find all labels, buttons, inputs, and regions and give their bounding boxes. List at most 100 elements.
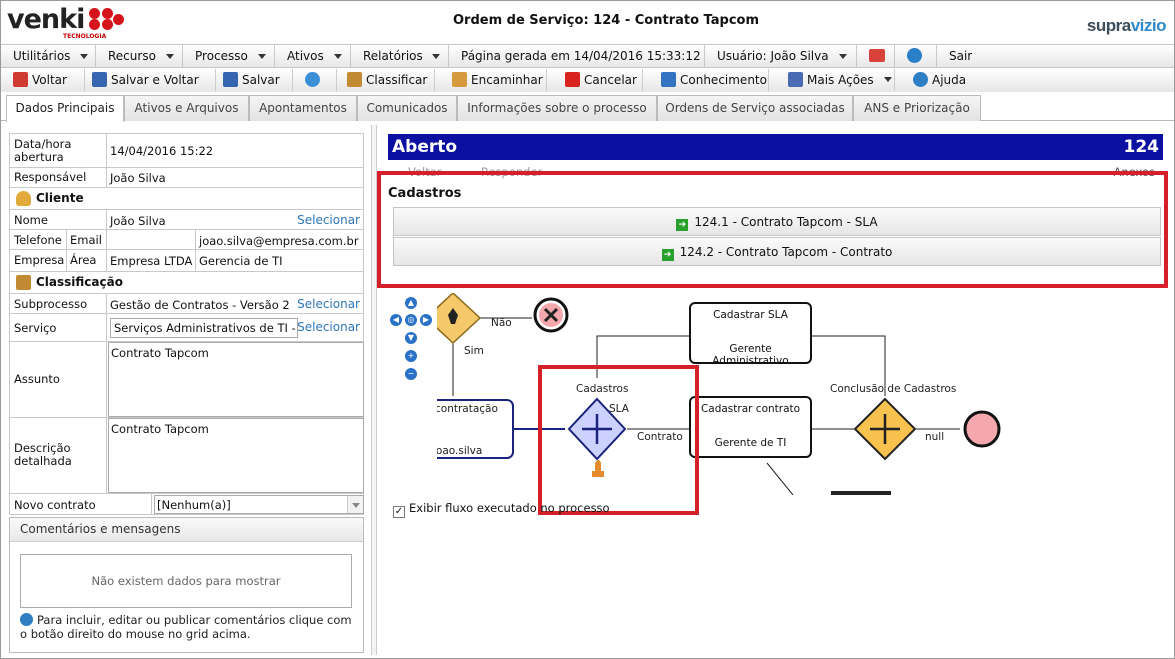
nome-label: Nome <box>14 213 48 227</box>
refresh-icon <box>305 72 320 87</box>
data-abertura-label: Data/hora abertura <box>14 137 72 164</box>
zoom-out-icon[interactable]: − <box>405 368 417 380</box>
mais-acoes-button[interactable]: Mais Ações <box>788 69 895 91</box>
servico-field[interactable]: Serviços Administrativos de TI - <box>110 318 298 338</box>
conhecimento-button[interactable]: Conhecimento <box>661 69 769 91</box>
email-value: joao.silva@empresa.com.br <box>199 234 359 248</box>
toolbar: Voltar Salvar e Voltar Salvar Classifica… <box>1 67 1174 92</box>
tab-apontamentos[interactable]: Apontamentos <box>249 95 357 121</box>
ajuda-button[interactable]: Ajuda <box>913 69 975 91</box>
subprocesso-label: Subprocesso <box>14 297 88 311</box>
menu-utilitarios[interactable]: Utilitários <box>1 45 96 67</box>
comments-hint: Para incluir, editar ou publicar comentá… <box>20 613 352 641</box>
save-icon <box>92 72 107 87</box>
globe-icon-button[interactable] <box>895 45 937 67</box>
supravizio-logo: supravizio <box>1086 16 1167 35</box>
selecionar-cliente-link[interactable]: Selecionar <box>297 213 360 227</box>
main-form: Data/hora abertura 14/04/2016 15:22 Resp… <box>9 133 364 653</box>
novo-contrato-select[interactable]: [Nenhum(a)] <box>154 495 364 514</box>
area-value: Gerencia de TI <box>199 254 283 268</box>
task0-title: contratação <box>437 403 498 415</box>
chevron-down-icon <box>347 496 363 513</box>
task-cadastrar-contrato[interactable]: Cadastrar contrato Gerente de TI <box>689 396 812 458</box>
classificacao-section: Classificação <box>9 271 364 293</box>
assunto-label: Assunto <box>14 372 60 386</box>
check-icon: ✓ <box>393 506 405 518</box>
novo-contrato-label: Novo contrato <box>14 498 96 512</box>
cliente-section: Cliente <box>9 187 364 209</box>
forward-user-icon <box>452 72 467 87</box>
status-header: Aberto 124 <box>388 134 1163 160</box>
help-icon <box>913 72 928 87</box>
right-panel: Aberto 124 Voltar Responder Anexos Cadas… <box>377 125 1174 655</box>
task0-role: joao.silva <box>437 445 483 457</box>
flow-null: null <box>925 431 945 443</box>
cancelar-button[interactable]: Cancelar <box>565 69 643 91</box>
email-label: Email <box>70 233 102 247</box>
menu-relatorios[interactable]: Relatórios <box>351 45 449 67</box>
responsavel-value: João Silva <box>110 171 166 185</box>
tab-ativos-arquivos[interactable]: Ativos e Arquivos <box>124 95 249 121</box>
menu-processo[interactable]: Processo <box>183 45 275 67</box>
empresa-label: Empresa <box>14 253 65 267</box>
tab-bar: Dados Principais Ativos e Arquivos Apont… <box>1 92 1174 122</box>
menu-bar: Utilitários Recurso Processo Ativos Rela… <box>1 44 1174 67</box>
salvar-button[interactable]: Salvar <box>223 69 293 91</box>
tree-icon <box>347 72 362 87</box>
empresa-value: Empresa LTDA <box>110 254 193 268</box>
sair-button[interactable]: Sair <box>937 45 987 67</box>
menu-recurso[interactable]: Recurso <box>96 45 183 67</box>
app-window: venki TECNOLOGIA Ordem de Serviço: 124 -… <box>0 0 1175 659</box>
voltar-button[interactable]: Voltar <box>13 69 85 91</box>
status-text: Aberto <box>392 137 458 157</box>
back-icon <box>13 72 28 87</box>
gateway-event-icon <box>437 293 482 345</box>
descricao-textarea[interactable]: Contrato Tapcom <box>108 418 364 493</box>
refresh-button[interactable] <box>301 69 337 91</box>
comments-panel: Comentários e mensagens Não existem dado… <box>9 517 364 653</box>
save-icon <box>223 72 238 87</box>
encaminhar-button[interactable]: Encaminhar <box>452 69 547 91</box>
tab-informacoes-processo[interactable]: Informações sobre o processo <box>457 95 657 121</box>
page-title: Ordem de Serviço: 124 - Contrato Tapcom <box>452 13 760 28</box>
highlight-cadastros-box <box>377 171 1168 288</box>
pan-down-icon[interactable]: ▼ <box>405 332 417 344</box>
center-icon[interactable]: ◎ <box>405 314 417 326</box>
order-number: 124 <box>1123 137 1160 157</box>
tab-comunicados[interactable]: Comunicados <box>357 95 457 121</box>
pan-right-icon[interactable]: ▶ <box>420 314 432 326</box>
selecionar-subprocesso-link[interactable]: Selecionar <box>297 297 360 311</box>
book-icon <box>661 72 676 87</box>
pan-up-icon[interactable]: ▲ <box>405 297 417 309</box>
generated-timestamp: Página gerada em 14/04/2016 15:33:12 <box>449 45 705 67</box>
data-abertura-value: 14/04/2016 15:22 <box>110 144 214 158</box>
salvar-voltar-button[interactable]: Salvar e Voltar <box>92 69 216 91</box>
cancel-icon <box>565 72 580 87</box>
end-event-icon <box>963 410 1001 448</box>
actions-icon <box>788 72 803 87</box>
tab-ordens-associadas[interactable]: Ordens de Serviço associadas <box>657 95 853 121</box>
subprocesso-value: Gestão de Contratos - Versão 2 <box>110 298 290 312</box>
comments-grid[interactable]: Não existem dados para mostrar <box>20 554 352 608</box>
tree-icon <box>16 275 31 290</box>
classificar-button[interactable]: Classificar <box>347 69 435 91</box>
pan-left-icon[interactable]: ◀ <box>390 314 402 326</box>
task-cadastrar-sla[interactable]: Cadastrar SLA Gerente Administrativo <box>689 302 812 367</box>
comments-title: Comentários e mensagens <box>10 518 363 542</box>
highlight-gateway-box <box>538 365 699 515</box>
conclusao-label: Conclusão de Cadastros <box>830 383 957 395</box>
menu-ativos[interactable]: Ativos <box>275 45 351 67</box>
selecionar-servico-link[interactable]: Selecionar <box>297 320 360 334</box>
assunto-textarea[interactable]: Contrato Tapcom <box>108 342 364 417</box>
area-label: Área <box>70 253 97 267</box>
exibir-fluxo-checkbox[interactable]: ✓ Exibir fluxo executado no processo <box>393 501 610 518</box>
zoom-in-icon[interactable]: + <box>405 350 417 362</box>
help-icon <box>20 613 33 626</box>
telefone-label: Telefone <box>14 233 62 247</box>
responsavel-label: Responsável <box>14 170 87 184</box>
tab-ans-priorizacao[interactable]: ANS e Priorização <box>853 95 981 121</box>
descricao-label: Descrição detalhada <box>14 441 72 468</box>
menu-user[interactable]: Usuário: João Silva <box>705 45 857 67</box>
briefcase-icon-button[interactable] <box>857 45 895 67</box>
tab-dados-principais[interactable]: Dados Principais <box>6 95 124 122</box>
